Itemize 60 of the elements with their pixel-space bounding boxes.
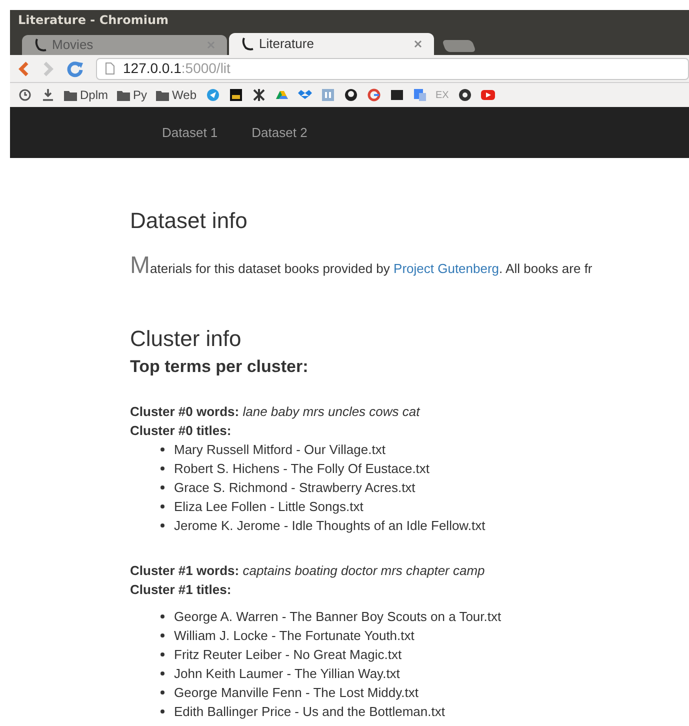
bookmark-folder[interactable]: Web	[156, 86, 196, 104]
history-icon[interactable]	[18, 88, 32, 102]
section-heading: Dataset info	[130, 210, 248, 232]
section-heading: Cluster info	[130, 328, 242, 350]
google-icon[interactable]	[366, 88, 380, 102]
list-item: Edith Ballinger Price - Us and the Bottleman.txt	[174, 703, 445, 721]
list-item: Eliza Lee Follen - Little Songs.txt	[174, 498, 364, 516]
browser-tab[interactable]: Literature	[229, 33, 434, 55]
list-item: Grace S. Richmond - Strawberry Acres.txt	[174, 479, 416, 497]
cluster-words: Cluster #0 words: lane baby mrs uncles cows cat	[130, 403, 422, 421]
translate-icon[interactable]	[412, 88, 426, 102]
circle-icon[interactable]	[458, 88, 472, 102]
nav-link[interactable]: Dataset 2	[252, 122, 308, 142]
nav-link[interactable]: Dataset 1	[162, 122, 218, 142]
cluster-words: Cluster #1 words: captains boating doctor mrs chapter camp	[130, 562, 486, 580]
page-icon	[105, 62, 115, 75]
back-icon[interactable]	[18, 60, 30, 76]
address-field[interactable]: 127.0.0.1:5000/lit	[96, 58, 689, 80]
square-icon[interactable]	[390, 88, 404, 102]
subheading: Top terms per cluster:	[130, 358, 310, 375]
bullet-icon	[160, 523, 165, 528]
window-title: Literature - Chromium	[18, 12, 168, 29]
bullet-icon	[160, 504, 165, 509]
list-item: Jerome K. Jerome - Idle Thoughts of an Idle Fellow.txt	[174, 517, 486, 535]
list-item: Mary Russell Mitford - Our Village.txt	[174, 441, 386, 459]
cluster-titles-label: Cluster #1 titles:	[130, 581, 232, 599]
list-item: Fritz Reuter Leiber - No Great Magic.txt	[174, 646, 402, 664]
play-icon[interactable]	[480, 88, 495, 102]
bullet-icon	[160, 652, 165, 657]
bullet-icon	[160, 466, 165, 471]
bullet-icon	[160, 633, 165, 638]
list-item: George A. Warren - The Banner Boy Scouts on a Tour.txt	[174, 608, 502, 626]
reload-icon[interactable]	[66, 60, 84, 78]
phone-icon	[34, 38, 48, 52]
paragraph: Materials for this dataset books provided by Project Gutenberg. All books are fr	[130, 251, 592, 281]
list-item: George Manville Fenn - The Lost Middy.txt	[174, 684, 418, 702]
folder-icon	[64, 90, 77, 100]
github-icon[interactable]	[344, 88, 358, 102]
link[interactable]: Project Gutenberg	[394, 261, 500, 276]
new-tab-button[interactable]	[442, 40, 476, 52]
download-icon[interactable]	[41, 88, 55, 102]
list-item: Robert S. Hichens - The Folly Of Eustace.txt	[174, 460, 430, 478]
bullet-icon	[160, 690, 165, 695]
bullet-icon	[160, 671, 165, 676]
bullet-icon	[160, 485, 165, 490]
bullet-icon	[160, 709, 165, 714]
list-item: William J. Locke - The Fortunate Youth.txt	[174, 627, 414, 645]
phone-icon	[241, 37, 255, 51]
folder-icon	[156, 90, 170, 100]
dropbox-icon[interactable]	[298, 88, 312, 102]
bookmark-folder[interactable]: Py	[117, 86, 148, 104]
drive-icon[interactable]	[274, 88, 288, 102]
close-icon[interactable]	[414, 40, 422, 48]
square-icon[interactable]	[228, 88, 242, 102]
cluster-titles-label: Cluster #0 titles:	[130, 422, 232, 440]
list-item: John Keith Laumer - The Yillian Way.txt	[174, 665, 400, 683]
folder-icon	[117, 90, 130, 100]
bullet-icon	[160, 447, 165, 452]
bullet-icon	[160, 614, 165, 619]
bookmark-folder[interactable]: Dplm	[64, 86, 108, 104]
